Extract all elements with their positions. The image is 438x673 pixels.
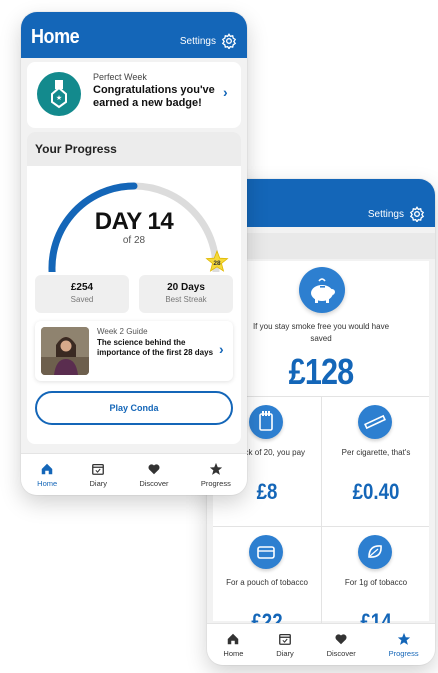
- guide-thumbnail: [41, 327, 89, 375]
- home-icon: [41, 463, 53, 474]
- badge-message: Congratulations you've earned a new badg…: [93, 84, 215, 109]
- pouch-cost-description: For a pouch of tobacco: [226, 578, 308, 587]
- saved-value: £254: [70, 282, 94, 293]
- streak-value: 20 Days: [167, 282, 205, 293]
- tab-progress-label: Progress: [388, 648, 419, 658]
- home-header: Home Settings: [21, 12, 247, 58]
- tobacco-leaf-icon: [358, 535, 392, 569]
- tobacco-pouch-icon: [249, 535, 283, 569]
- total-savings-description: If you stay smoke free you would have sa…: [252, 322, 390, 343]
- star-icon: [397, 632, 410, 645]
- svg-text:★: ★: [56, 94, 62, 102]
- home-screen: Home Settings ★ Perfect Week Congratulat…: [21, 12, 247, 495]
- streak-label: Best Streak: [165, 295, 207, 304]
- bottom-tab-bar: Home Diary Discover Progress: [21, 453, 247, 495]
- per-cigarette-description: Per cigarette, that's: [341, 448, 411, 457]
- home-title: Home: [31, 26, 80, 48]
- per-cigarette-card: Per cigarette, that's £0.40: [321, 397, 429, 527]
- total-savings-amount: £128: [288, 351, 355, 392]
- medal-icon: ★: [37, 72, 81, 116]
- streak-stat: 20 Days Best Streak: [139, 275, 233, 313]
- milestone-star-icon: 28: [205, 249, 229, 274]
- settings-label: Settings: [179, 35, 216, 47]
- current-day-label: DAY 14: [94, 208, 174, 235]
- settings-button[interactable]: Settings: [180, 33, 237, 49]
- settings-label: Settings: [367, 208, 404, 220]
- tab-home-label: Home: [37, 478, 58, 488]
- gear-icon: [221, 33, 237, 49]
- progress-heading: Your Progress: [27, 132, 241, 166]
- saved-stat: £254 Saved: [35, 275, 129, 313]
- play-conda-button[interactable]: Play Conda: [35, 391, 233, 425]
- weekly-guide-card[interactable]: Week 2 Guide The science behind the impo…: [35, 321, 233, 381]
- tab-home[interactable]: Home: [37, 462, 57, 488]
- home-icon: [228, 633, 239, 644]
- tab-discover[interactable]: Discover: [139, 462, 169, 488]
- badge-notification-card[interactable]: ★ Perfect Week Congratulations you've ea…: [27, 62, 241, 128]
- calendar-icon: [92, 463, 105, 475]
- piggy-bank-icon: [299, 267, 345, 313]
- cigarette-icon: [358, 405, 392, 439]
- app-screens: ress Settings gs If you stay smoke free …: [0, 0, 438, 673]
- tab-progress[interactable]: Progress: [201, 462, 231, 488]
- badge-kicker: Perfect Week: [93, 72, 147, 82]
- total-days-label: of 28: [122, 235, 146, 246]
- heart-icon: [148, 463, 160, 474]
- bottom-tab-bar: Home Diary Discover Progress: [207, 623, 435, 665]
- saved-label: Saved: [70, 295, 94, 304]
- tab-progress-label: Progress: [200, 478, 231, 488]
- tab-diary[interactable]: Diary: [89, 462, 107, 488]
- per-cigarette-amount: £0.40: [352, 479, 400, 504]
- chevron-right-icon: ›: [219, 341, 224, 357]
- star-icon: [209, 462, 222, 475]
- tab-progress[interactable]: Progress: [389, 632, 419, 658]
- heart-icon: [335, 633, 347, 644]
- calendar-icon: [279, 633, 291, 645]
- gram-cost-description: For 1g of tobacco: [344, 578, 408, 587]
- tab-discover-label: Discover: [326, 648, 356, 658]
- progress-panel: Your Progress DAY 14 of 28 28 £254 Saved…: [27, 132, 241, 444]
- cigarette-pack-icon: [249, 405, 283, 439]
- guide-kicker: Week 2 Guide: [97, 327, 148, 336]
- tab-discover-label: Discover: [139, 478, 169, 488]
- guide-title: The science behind the importance of the…: [97, 338, 214, 357]
- gear-icon: [409, 206, 425, 222]
- tab-diary-label: Diary: [89, 478, 107, 488]
- chevron-right-icon: ›: [223, 84, 228, 100]
- tab-home[interactable]: Home: [223, 632, 243, 658]
- tab-diary-label: Diary: [276, 648, 294, 658]
- tab-diary[interactable]: Diary: [276, 632, 294, 658]
- tab-discover[interactable]: Discover: [327, 632, 356, 658]
- milestone-label: 28: [213, 260, 221, 267]
- settings-button[interactable]: Settings: [368, 206, 425, 222]
- tab-home-label: Home: [223, 648, 244, 658]
